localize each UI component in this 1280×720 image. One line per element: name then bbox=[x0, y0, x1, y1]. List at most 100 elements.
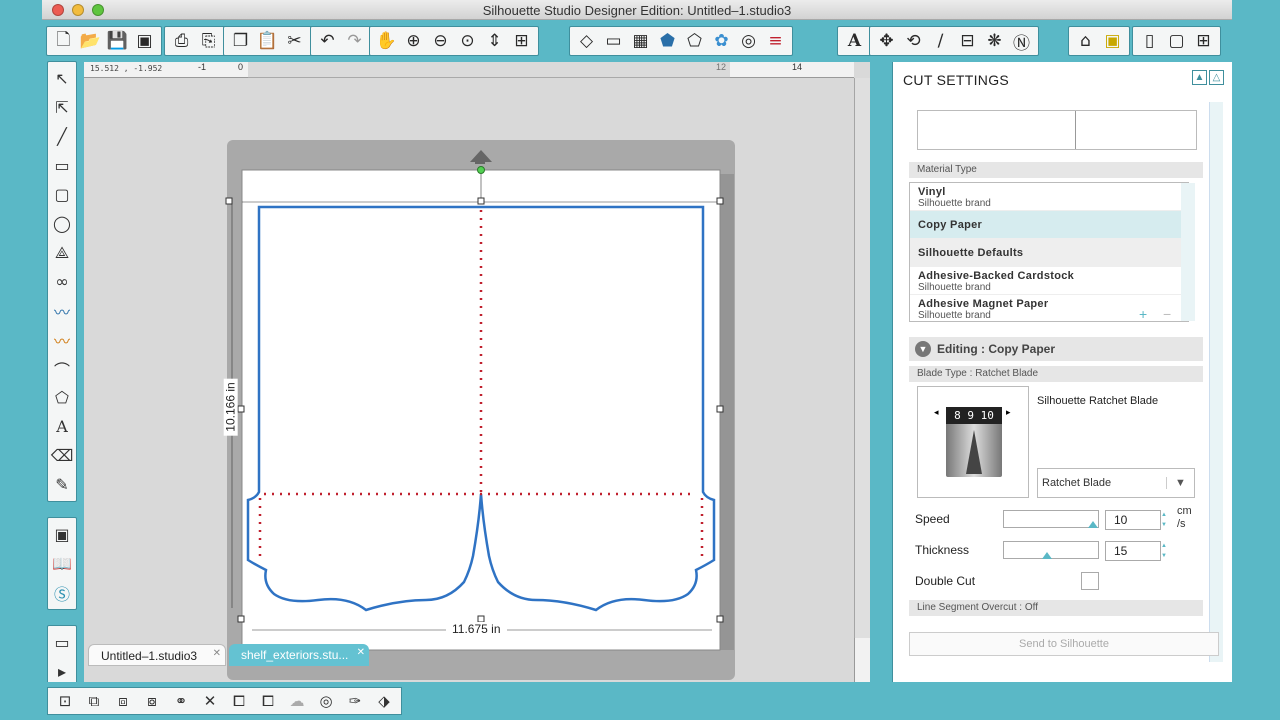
speed-stepper[interactable]: ▲ ▼ bbox=[1161, 510, 1171, 530]
page-icon[interactable]: ▭ bbox=[601, 29, 626, 54]
overcut-heading[interactable]: Line Segment Overcut : Off bbox=[909, 600, 1203, 616]
expand-chevron-icon[interactable]: ▼ bbox=[915, 341, 931, 357]
selection-handle[interactable] bbox=[237, 405, 245, 413]
thickness-input[interactable]: 15 bbox=[1105, 541, 1161, 561]
tab-shelf-exteriors[interactable]: shelf_exteriors.stu... ✕ bbox=[229, 644, 369, 666]
thickness-stepper[interactable]: ▲ ▼ bbox=[1161, 541, 1171, 561]
fill-color-icon[interactable]: ⬟ bbox=[655, 29, 680, 54]
transform-icon[interactable]: ✥ bbox=[874, 29, 899, 54]
paste-icon[interactable]: 📋 bbox=[255, 29, 280, 54]
close-tab-icon[interactable]: ✕ bbox=[357, 647, 365, 658]
compound-icon[interactable]: ⧈ bbox=[110, 689, 136, 713]
cut-icon[interactable]: ✂ bbox=[282, 29, 307, 54]
list-item[interactable]: Adhesive-Backed Cardstock Silhouette bra… bbox=[910, 267, 1188, 295]
shadow-icon[interactable]: ◎ bbox=[736, 29, 761, 54]
double-cut-checkbox[interactable] bbox=[1081, 572, 1099, 590]
collapse-up-outline-icon[interactable]: △ bbox=[1209, 70, 1224, 85]
cut-settings-icon[interactable]: ▢ bbox=[1164, 29, 1189, 54]
open-icon[interactable]: 📂 bbox=[78, 29, 103, 54]
editing-header[interactable]: ▼ Editing : Copy Paper bbox=[909, 337, 1203, 361]
weld-icon[interactable]: ⚭ bbox=[168, 689, 194, 713]
line-color-icon[interactable]: ⬠ bbox=[682, 29, 707, 54]
rotate-icon[interactable]: ⟲ bbox=[901, 29, 926, 54]
send-to-silhouette-button[interactable]: Send to Silhouette bbox=[909, 632, 1219, 656]
text-icon[interactable]: A bbox=[842, 29, 867, 54]
material-list[interactable]: Vinyl Silhouette brand Copy Paper Silhou… bbox=[909, 182, 1189, 322]
thickness-slider-thumb[interactable] bbox=[1042, 552, 1052, 559]
undo-icon[interactable]: ↶ bbox=[315, 29, 340, 54]
material-list-scrollbar[interactable] bbox=[1181, 183, 1195, 321]
zoom-drag-icon[interactable]: ⇕ bbox=[482, 29, 507, 54]
arc-icon[interactable]: ⌒ bbox=[49, 354, 75, 383]
selection-handle[interactable] bbox=[477, 197, 485, 205]
list-item-selected[interactable]: Copy Paper bbox=[910, 211, 1188, 239]
blade-left-arrow-icon[interactable]: ◂ bbox=[934, 407, 939, 418]
save-icon[interactable]: 💾 bbox=[105, 29, 130, 54]
library-icon[interactable]: ▣ bbox=[1100, 29, 1125, 54]
copy-icon[interactable]: ❐ bbox=[228, 29, 253, 54]
fill-icon[interactable]: ◇ bbox=[574, 29, 599, 54]
fill-panel-icon[interactable]: ▣ bbox=[49, 520, 75, 549]
offset-icon[interactable]: ◎ bbox=[313, 689, 339, 713]
smooth-freehand-icon[interactable]: 〰 bbox=[49, 325, 75, 354]
print-cut-icon[interactable]: ⎘ bbox=[196, 29, 221, 54]
close-tab-icon[interactable]: ✕ bbox=[213, 648, 221, 659]
release-compound-icon[interactable]: ⧇ bbox=[139, 689, 165, 713]
ungroup-icon[interactable]: ⧉ bbox=[81, 689, 107, 713]
panel-scrollbar[interactable] bbox=[1209, 102, 1223, 662]
pointer-icon[interactable]: ↖ bbox=[49, 64, 75, 93]
line-style-icon[interactable]: ✿ bbox=[709, 29, 734, 54]
delete-icon[interactable]: ✕ bbox=[197, 689, 223, 713]
chevron-down-icon[interactable]: ▼ bbox=[1166, 477, 1194, 489]
blade-right-arrow-icon[interactable]: ▸ bbox=[1006, 407, 1011, 418]
new-icon[interactable]: 🗋 bbox=[51, 29, 76, 54]
knife-tool-icon[interactable]: ✎ bbox=[49, 470, 75, 499]
selection-handle[interactable] bbox=[716, 405, 724, 413]
selection-handle[interactable] bbox=[716, 197, 724, 205]
text-tool-icon[interactable]: A bbox=[49, 412, 75, 441]
trace-bottom-icon[interactable]: ✑ bbox=[342, 689, 368, 713]
eraser-icon[interactable]: ⌫ bbox=[49, 441, 75, 470]
tab-untitled[interactable]: Untitled–1.studio3 ✕ bbox=[88, 644, 226, 666]
collapse-up-icon[interactable]: ▲ bbox=[1192, 70, 1207, 85]
speed-slider-thumb[interactable] bbox=[1088, 521, 1098, 528]
line-icon[interactable]: ╱ bbox=[49, 122, 75, 151]
send-icon[interactable]: ▯ bbox=[1137, 29, 1162, 54]
edit-points-icon[interactable]: ⇱ bbox=[49, 93, 75, 122]
library-panel-icon[interactable]: 📖 bbox=[49, 549, 75, 578]
replicate-icon[interactable]: ❋ bbox=[982, 29, 1007, 54]
freehand-icon[interactable]: 〰 bbox=[49, 296, 75, 325]
sketch-icon[interactable]: ☁ bbox=[284, 689, 310, 713]
knife-icon[interactable]: ∕ bbox=[928, 29, 953, 54]
save-library-icon[interactable]: ▣ bbox=[132, 29, 157, 54]
show-page-icon[interactable]: ▭ bbox=[49, 628, 75, 657]
speed-slider[interactable] bbox=[1003, 510, 1099, 528]
selection-handle[interactable] bbox=[716, 615, 724, 623]
selection-handle[interactable] bbox=[225, 197, 233, 205]
send-back-icon[interactable]: ⧠ bbox=[255, 689, 281, 713]
line-weight-icon[interactable]: ≡ bbox=[763, 29, 788, 54]
zoom-in-icon[interactable]: ⊕ bbox=[401, 29, 426, 54]
speed-input[interactable]: 10 bbox=[1105, 510, 1161, 530]
group-icon[interactable]: ⊡ bbox=[52, 689, 78, 713]
selection-handle[interactable] bbox=[237, 615, 245, 623]
thickness-slider[interactable] bbox=[1003, 541, 1099, 559]
blade-select[interactable]: Ratchet Blade ▼ bbox=[1037, 468, 1195, 498]
store-icon[interactable]: ⌂ bbox=[1073, 29, 1098, 54]
align-icon[interactable]: ⊟ bbox=[955, 29, 980, 54]
list-item[interactable]: Vinyl Silhouette brand bbox=[910, 183, 1188, 211]
trace-icon[interactable]: Ⓝ bbox=[1009, 29, 1034, 54]
canvas-area[interactable]: 15.512 , -1.952 -1 0 12 14 11.675 in 10.… bbox=[84, 62, 870, 682]
print-icon[interactable]: ⎙ bbox=[169, 29, 194, 54]
polygon-icon[interactable]: ⟁ bbox=[49, 238, 75, 267]
regular-polygon-icon[interactable]: ⬠ bbox=[49, 383, 75, 412]
rectangle-icon[interactable]: ▭ bbox=[49, 151, 75, 180]
curve-icon[interactable]: ∞ bbox=[49, 267, 75, 296]
zoom-select-icon[interactable]: ⊙ bbox=[455, 29, 480, 54]
rounded-rect-icon[interactable]: ▢ bbox=[49, 180, 75, 209]
rotate-handle[interactable] bbox=[477, 166, 485, 174]
reverse-icon[interactable]: ⬗ bbox=[371, 689, 397, 713]
remove-material-icon[interactable]: − bbox=[1163, 306, 1171, 322]
store-panel-icon[interactable]: Ⓢ bbox=[49, 578, 75, 607]
pan-icon[interactable]: ✋ bbox=[374, 29, 399, 54]
